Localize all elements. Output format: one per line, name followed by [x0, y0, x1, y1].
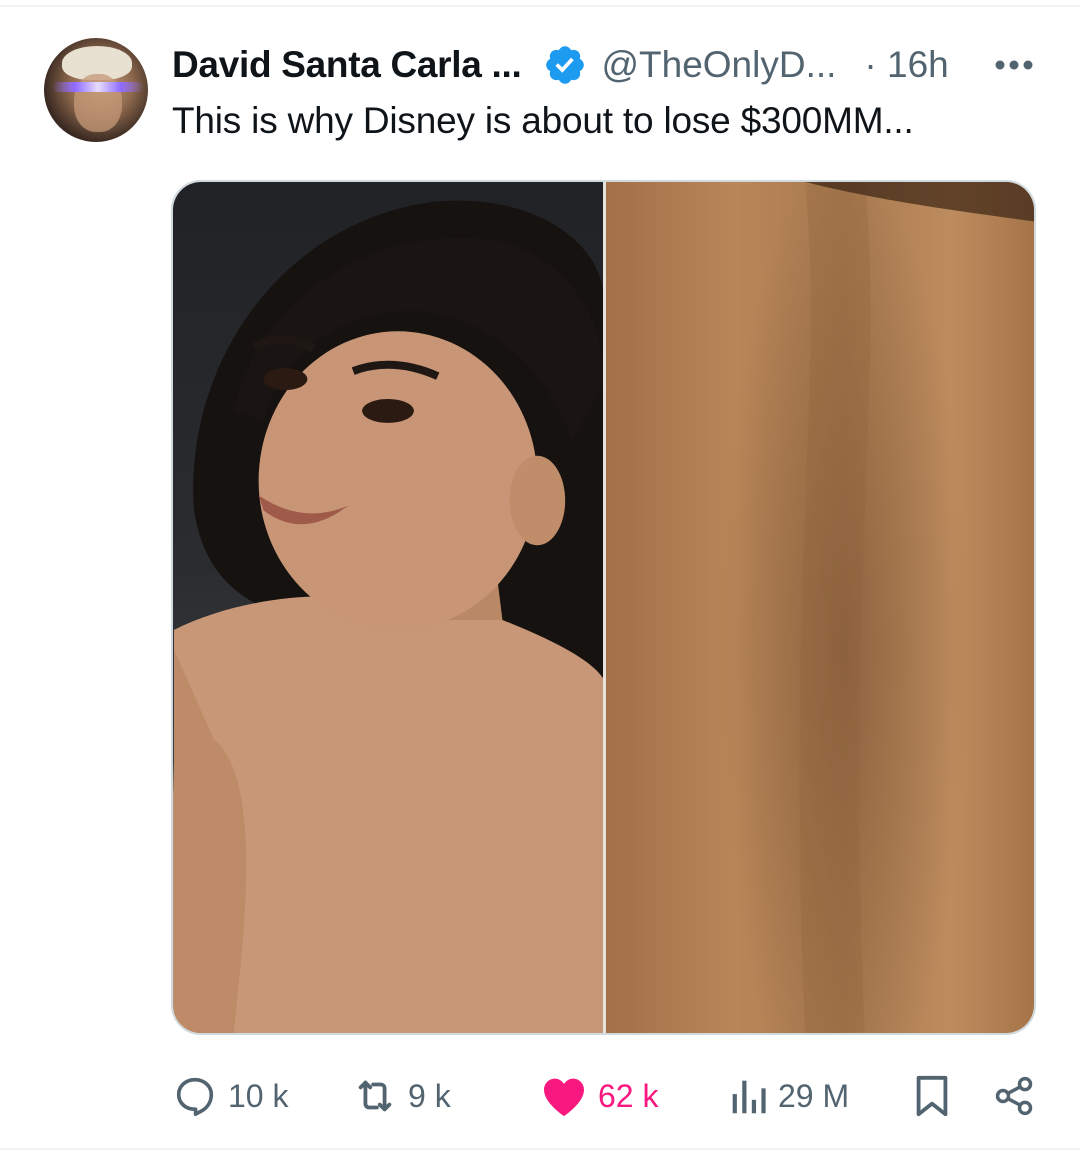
top-divider [0, 5, 1080, 7]
reply-icon [176, 1077, 214, 1117]
post-media[interactable] [171, 180, 1036, 1035]
reply-button[interactable]: 10 k [172, 1068, 288, 1124]
like-count: 62 k [598, 1077, 659, 1114]
bookmark-button[interactable] [914, 1068, 950, 1124]
like-button[interactable]: 62 k [540, 1068, 658, 1124]
views-count: 29 M [778, 1077, 850, 1114]
bookmark-icon [916, 1075, 948, 1117]
bottom-divider [0, 1148, 1080, 1150]
repost-button[interactable]: 9 k [352, 1068, 451, 1124]
media-divider [603, 182, 606, 1033]
views-icon [732, 1080, 766, 1114]
author-handle[interactable]: @TheOnlyD... [601, 44, 836, 86]
views-button[interactable]: 29 M [728, 1068, 849, 1124]
author-name[interactable]: David Santa Carla ... [172, 44, 522, 86]
reply-count: 10 k [228, 1077, 289, 1114]
media-right-back-closeup [605, 182, 1034, 1033]
repost-icon [358, 1080, 392, 1112]
media-left-portrait-photo [173, 182, 605, 1033]
repost-count: 9 k [408, 1077, 451, 1114]
author-avatar[interactable] [44, 38, 148, 142]
like-icon [544, 1078, 584, 1117]
more-horizontal-icon[interactable] [994, 58, 1034, 72]
avatar-glowing-eyes [52, 82, 144, 92]
share-icon [995, 1076, 1033, 1116]
verified-badge-icon[interactable] [543, 43, 587, 87]
post-header: David Santa Carla ... @TheOnlyD... · 16h [172, 40, 949, 90]
post-actions-bar: 10 k 9 k 62 k 29 M [0, 1068, 1080, 1124]
post-text: This is why Disney is about to lose $300… [172, 100, 914, 141]
post-timestamp[interactable]: · 16h [864, 44, 948, 86]
share-button[interactable] [992, 1068, 1036, 1124]
